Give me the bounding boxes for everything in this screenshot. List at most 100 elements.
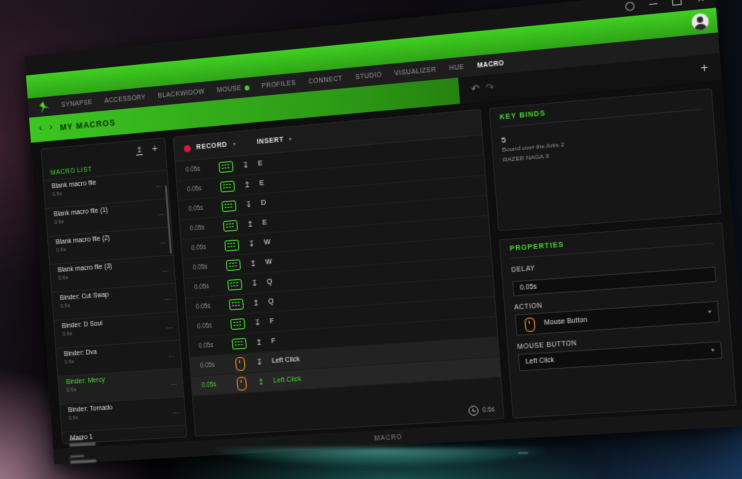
keyboard-icon <box>223 220 238 232</box>
record-icon <box>184 144 191 151</box>
tab-profiles[interactable]: PROFILES <box>261 79 296 89</box>
item-menu-icon[interactable]: ⋯ <box>155 182 162 190</box>
tab-macro[interactable]: MACRO <box>477 60 504 70</box>
properties-panel: PROPERTIES DELAY ACTION Mouse Button ▾ M… <box>499 222 737 418</box>
key-down-icon: ↧ <box>241 161 249 171</box>
macro-list-panel: ↥ + MACRO LIST Blank macro file0.6s⋯ Bla… <box>41 137 188 444</box>
event-delay: 0.05s <box>196 302 221 311</box>
right-column: KEY BINDS 5 Bound over the Artis 2 RAZER… <box>489 88 737 418</box>
keyboard-icon <box>220 181 235 193</box>
event-delay: 0.05s <box>193 263 218 272</box>
event-delay: 0.05s <box>194 283 219 292</box>
key-down-icon: ↧ <box>244 200 252 209</box>
key-up-icon: ↥ <box>243 180 251 189</box>
event-key: F <box>270 318 275 325</box>
key-up-icon: ↥ <box>249 259 257 268</box>
chevron-down-icon[interactable]: ▾ <box>233 140 236 147</box>
item-menu-icon[interactable]: ⋯ <box>172 409 179 417</box>
event-key: E <box>262 219 267 226</box>
footer-label: MACRO <box>374 433 403 442</box>
keyboard-icon <box>221 200 236 212</box>
forward-icon[interactable]: › <box>49 123 53 133</box>
maximize-icon[interactable] <box>672 0 682 6</box>
list-reflection <box>69 437 97 472</box>
keyboard-icon <box>224 240 239 252</box>
key-down-icon: ↧ <box>247 239 255 248</box>
page-title: MY MACROS <box>60 117 116 132</box>
tab-studio[interactable]: STUDIO <box>355 71 382 80</box>
user-avatar-icon[interactable] <box>691 13 709 31</box>
tab-mouse-label: MOUSE <box>217 85 242 94</box>
item-menu-icon[interactable]: ⋯ <box>166 324 173 332</box>
event-key: Left Click <box>273 376 301 385</box>
new-macro-button[interactable]: + <box>152 144 158 155</box>
event-delay: 0.05s <box>188 204 213 213</box>
settings-icon[interactable] <box>625 1 635 11</box>
chevron-down-icon: ▾ <box>711 347 715 354</box>
item-menu-icon[interactable]: ⋯ <box>168 352 175 360</box>
macro-sub: 0.6s <box>66 384 105 394</box>
duration-indicator: 0.6s <box>468 404 495 416</box>
mouse-icon <box>524 317 535 332</box>
event-key: Q <box>267 279 273 286</box>
macro-sub: 0.6s <box>62 328 103 339</box>
item-menu-icon[interactable]: ⋯ <box>162 267 169 275</box>
event-key: D <box>261 200 266 207</box>
keyboard-icon <box>232 338 247 350</box>
content-area: ↥ + MACRO LIST Blank macro file0.6s⋯ Bla… <box>31 80 742 449</box>
total-duration: 0.6s <box>482 406 495 414</box>
key-down-icon: ↧ <box>250 279 258 288</box>
import-icon[interactable]: ↥ <box>136 146 143 155</box>
event-delay: 0.05s <box>190 224 215 233</box>
key-up-icon: ↥ <box>252 298 260 307</box>
tab-blackwidow[interactable]: BLACKWIDOW <box>158 88 205 99</box>
tab-synapse[interactable]: SYNAPSE <box>61 99 92 109</box>
tab-accessory[interactable]: ACCESSORY <box>104 94 146 105</box>
macro-list: Blank macro file0.6s⋯ Blank macro file (… <box>44 170 187 444</box>
mouse-icon <box>236 376 247 390</box>
event-key: W <box>264 239 271 246</box>
redo-icon[interactable]: ↷ <box>485 82 494 94</box>
event-delay: 0.05s <box>187 184 212 193</box>
event-key: E <box>258 160 263 167</box>
item-menu-icon[interactable]: ⋯ <box>157 211 164 219</box>
key-binds-panel: KEY BINDS 5 Bound over the Artis 2 RAZER… <box>489 88 722 231</box>
insert-button[interactable]: INSERT <box>257 136 284 145</box>
record-button[interactable]: RECORD <box>196 141 227 151</box>
event-key: E <box>259 180 264 187</box>
keyboard-icon <box>218 161 233 173</box>
close-icon[interactable]: ✕ <box>696 0 705 4</box>
item-menu-icon[interactable]: ⋯ <box>164 295 171 303</box>
tab-connect[interactable]: CONNECT <box>308 75 343 85</box>
mouse-icon <box>235 356 246 370</box>
key-up-icon: ↥ <box>246 220 254 229</box>
event-key: F <box>271 338 276 345</box>
keyboard-icon <box>229 299 244 311</box>
tab-visualizer[interactable]: VISUALIZER <box>394 66 436 77</box>
item-menu-icon[interactable]: ⋯ <box>159 239 166 247</box>
back-icon[interactable]: ‹ <box>39 124 43 134</box>
minimize-icon[interactable] <box>650 3 658 5</box>
item-menu-icon[interactable]: ⋯ <box>170 380 177 388</box>
update-dot-icon <box>244 85 249 90</box>
mouse-button-value: Left Click <box>525 347 704 365</box>
chevron-down-icon: ▾ <box>708 308 712 315</box>
undo-icon[interactable]: ↶ <box>471 83 480 95</box>
keyboard-icon <box>226 259 241 271</box>
clock-icon <box>468 405 479 416</box>
macro-sub: 0.6s <box>68 412 113 422</box>
add-keybind-button[interactable]: + <box>700 60 709 75</box>
macro-sub: 0.6s <box>64 357 97 367</box>
event-key: Left Click <box>272 356 300 365</box>
tab-hue[interactable]: HUE <box>449 63 465 71</box>
event-delay: 0.05s <box>191 243 216 252</box>
mouse-up-icon: ↥ <box>257 377 265 386</box>
event-key: W <box>265 259 272 266</box>
mouse-down-icon: ↧ <box>255 358 263 367</box>
chevron-down-icon[interactable]: ▾ <box>288 135 291 142</box>
event-delay: 0.05s <box>198 341 223 350</box>
tab-mouse[interactable]: MOUSE <box>217 84 250 94</box>
razer-logo-icon <box>37 100 50 114</box>
reflection-dots <box>518 452 528 454</box>
screen-reflection-glow <box>215 448 545 466</box>
